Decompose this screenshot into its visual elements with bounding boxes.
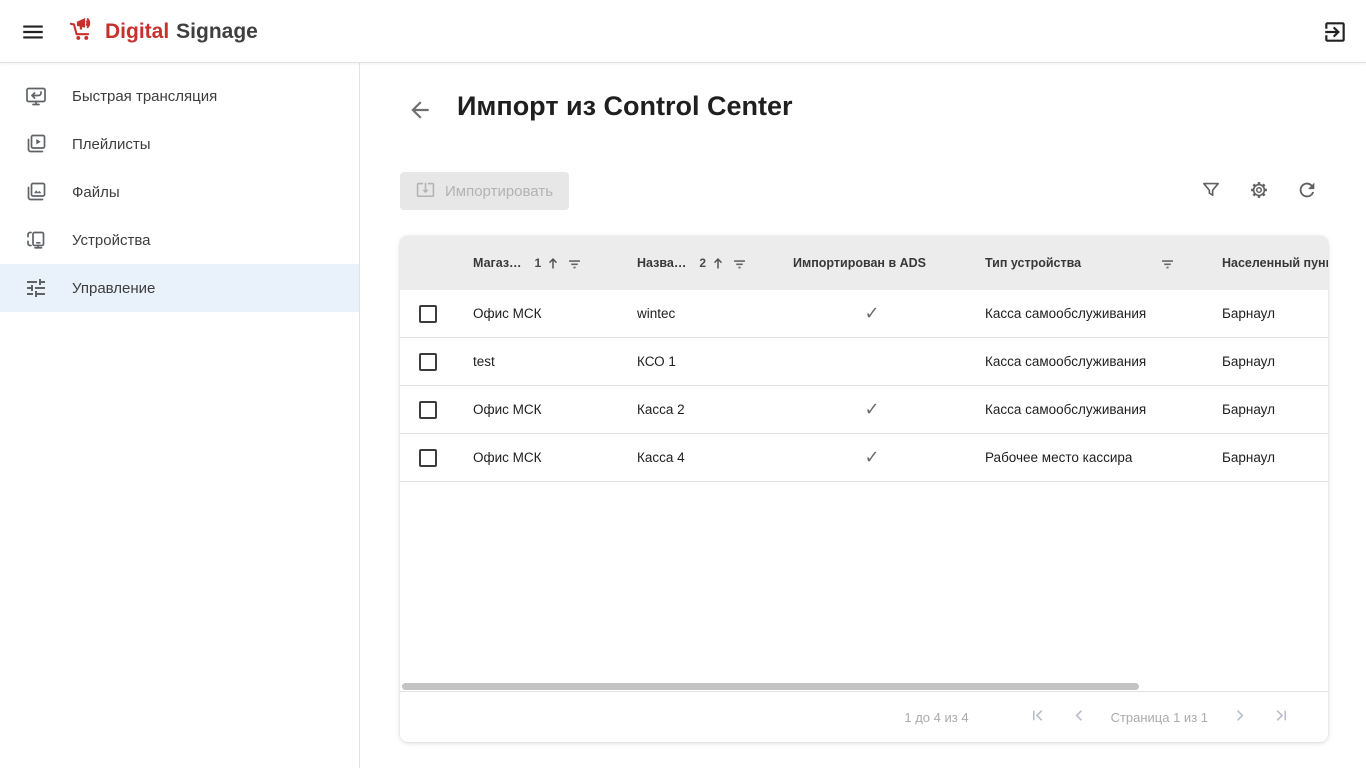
column-filter-icon[interactable] — [733, 257, 746, 270]
column-filter-icon[interactable] — [568, 257, 581, 270]
sidebar-item-playlists[interactable]: Плейлисты — [0, 120, 359, 168]
cell-device-type: Касса самообслуживания — [968, 402, 1205, 417]
imported-check-icon: ✓ — [864, 303, 879, 324]
column-header-city[interactable]: Населенный пункт — [1205, 236, 1328, 290]
row-checkbox[interactable] — [419, 449, 437, 467]
cell-city: Барнаул — [1205, 402, 1328, 417]
page-title: Импорт из Control Center — [457, 91, 793, 122]
previous-page-button[interactable] — [1071, 708, 1089, 726]
cell-city: Барнаул — [1205, 306, 1328, 321]
table-row: Офис МСК Касса 2 ✓ Касса самообслуживани… — [400, 386, 1328, 434]
column-header-imported[interactable]: Импортирован в ADS — [776, 236, 968, 290]
filter-button[interactable] — [1200, 179, 1222, 201]
last-page-button[interactable] — [1272, 708, 1290, 726]
playlists-icon — [24, 132, 48, 156]
cell-city: Барнаул — [1205, 354, 1328, 369]
row-checkbox[interactable] — [419, 353, 437, 371]
cell-name: КСО 1 — [620, 354, 776, 369]
cell-device-type: Рабочее место кассира — [968, 450, 1205, 465]
gear-icon — [1248, 189, 1270, 204]
horizontal-scrollbar[interactable] — [400, 682, 1328, 691]
chevron-right-icon — [1231, 707, 1248, 727]
column-filter-icon[interactable] — [1161, 257, 1174, 270]
exit-to-app-icon — [1322, 33, 1348, 48]
sidebar: Быстрая трансляция Плейлисты Файлы — [0, 63, 360, 768]
app-logo: Digital Signage — [68, 0, 258, 63]
next-page-button[interactable] — [1230, 708, 1248, 726]
files-icon — [24, 180, 48, 204]
sidebar-item-devices[interactable]: Устройства — [0, 216, 359, 264]
table-row: Офис МСК wintec ✓ Касса самообслуживания… — [400, 290, 1328, 338]
sort-asc-icon — [546, 256, 560, 271]
table-header-row: Магаз… 1 Назва… 2 Импорт — [400, 236, 1328, 290]
devices-icon — [24, 228, 48, 252]
refresh-button[interactable] — [1296, 179, 1318, 201]
column-label: Тип устройства — [985, 256, 1081, 270]
first-page-icon — [1029, 707, 1046, 727]
cell-device-type: Касса самообслуживания — [968, 354, 1205, 369]
refresh-icon — [1296, 189, 1318, 204]
imported-check-icon: ✓ — [864, 399, 879, 420]
sidebar-item-management[interactable]: Управление — [0, 264, 359, 312]
back-button[interactable] — [407, 97, 433, 123]
column-label: Импортирован в ADS — [793, 256, 926, 270]
cell-store: Офис МСК — [456, 402, 620, 417]
pagination-bar: 1 до 4 из 4 Страница 1 из 1 — [400, 691, 1328, 742]
sidebar-item-label: Файлы — [72, 184, 120, 201]
logout-button[interactable] — [1322, 19, 1348, 45]
cell-city: Барнаул — [1205, 450, 1328, 465]
cell-name: Касса 2 — [620, 402, 776, 417]
horizontal-scrollbar-thumb[interactable] — [402, 683, 1139, 690]
cell-name: Касса 4 — [620, 450, 776, 465]
column-label: Назва… — [637, 256, 686, 270]
sidebar-item-files[interactable]: Файлы — [0, 168, 359, 216]
import-button-label: Импортировать — [445, 183, 553, 200]
table-row: Офис МСК Касса 4 ✓ Рабочее место кассира… — [400, 434, 1328, 482]
header-checkbox-cell — [400, 236, 456, 290]
pagination-page-label: Страница 1 из 1 — [1111, 710, 1208, 725]
column-header-device-type[interactable]: Тип устройства — [968, 236, 1205, 290]
sidebar-item-label: Быстрая трансляция — [72, 88, 217, 105]
cart-megaphone-logo-icon — [68, 14, 98, 49]
table-body: Офис МСК wintec ✓ Касса самообслуживания… — [400, 290, 1328, 482]
sidebar-item-label: Плейлисты — [72, 136, 151, 153]
column-header-name[interactable]: Назва… 2 — [620, 236, 776, 290]
chevron-left-icon — [1071, 707, 1088, 727]
row-checkbox[interactable] — [419, 305, 437, 323]
quick-broadcast-icon — [24, 84, 48, 108]
cell-store: Офис МСК — [456, 450, 620, 465]
brand-signage: Signage — [176, 20, 258, 44]
row-checkbox[interactable] — [419, 401, 437, 419]
hamburger-icon — [20, 33, 46, 48]
main-content: Импорт из Control Center Импортировать — [361, 63, 1366, 768]
cell-store: test — [456, 354, 620, 369]
cell-name: wintec — [620, 306, 776, 321]
first-page-button[interactable] — [1029, 708, 1047, 726]
pagination-range: 1 до 4 из 4 — [904, 710, 968, 725]
imported-check-icon: ✓ — [864, 447, 879, 468]
brand-digital: Digital — [105, 20, 169, 44]
column-label: Населенный пункт — [1222, 256, 1328, 270]
sort-asc-icon — [711, 256, 725, 271]
sidebar-item-label: Устройства — [72, 232, 150, 249]
import-button[interactable]: Импортировать — [400, 172, 569, 210]
sort-order-badge: 2 — [699, 256, 706, 270]
settings-button[interactable] — [1248, 179, 1270, 201]
filter-icon — [1200, 189, 1222, 204]
sort-order-badge: 1 — [535, 256, 542, 270]
sidebar-item-quick-broadcast[interactable]: Быстрая трансляция — [0, 72, 359, 120]
cell-device-type: Касса самообслуживания — [968, 306, 1205, 321]
arrow-back-icon — [407, 111, 433, 126]
last-page-icon — [1273, 707, 1290, 727]
menu-button[interactable] — [20, 19, 46, 45]
sidebar-item-label: Управление — [72, 280, 155, 297]
management-icon — [24, 276, 48, 300]
import-download-icon — [416, 180, 435, 203]
devices-table-card: Магаз… 1 Назва… 2 Импорт — [400, 236, 1328, 742]
column-header-store[interactable]: Магаз… 1 — [456, 236, 620, 290]
topbar: Digital Signage — [0, 0, 1366, 63]
column-label: Магаз… — [473, 256, 522, 270]
table-row: test КСО 1 Касса самообслуживания Барнау… — [400, 338, 1328, 386]
cell-store: Офис МСК — [456, 306, 620, 321]
